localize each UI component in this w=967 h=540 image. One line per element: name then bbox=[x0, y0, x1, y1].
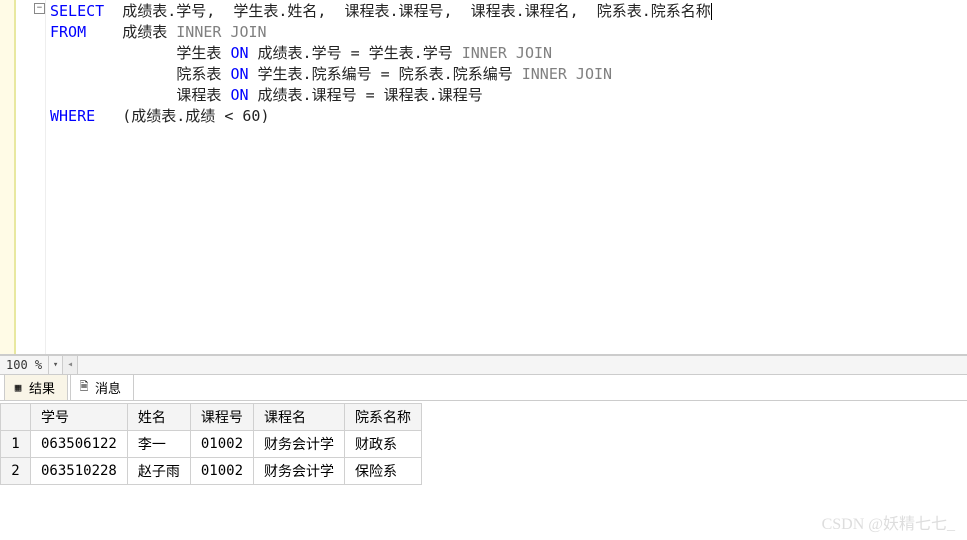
join-cond-1: 成绩表.学号 = 学生表.学号 bbox=[249, 44, 462, 62]
join-tbl-2: 院系表 bbox=[50, 65, 230, 83]
join-tbl-3: 课程表 bbox=[50, 86, 230, 104]
col-header[interactable]: 姓名 bbox=[127, 404, 190, 431]
code-area[interactable]: SELECT 成绩表.学号, 学生表.姓名, 课程表.课程号, 课程表.课程名,… bbox=[46, 0, 967, 354]
cell[interactable]: 063510228 bbox=[31, 458, 128, 485]
change-gutter bbox=[0, 0, 16, 354]
kw-where: WHERE bbox=[50, 107, 95, 125]
kw-on: ON bbox=[230, 65, 248, 83]
join-tbl-1: 学生表 bbox=[50, 44, 230, 62]
rownum-cell: 2 bbox=[1, 458, 31, 485]
tab-messages[interactable]: 🗎 消息 bbox=[70, 374, 134, 400]
kw-on: ON bbox=[230, 44, 248, 62]
grid-icon: ▦ bbox=[11, 381, 25, 395]
cell[interactable]: 财务会计学 bbox=[254, 431, 345, 458]
tab-messages-label: 消息 bbox=[95, 378, 121, 397]
kw-from: FROM bbox=[50, 23, 86, 41]
col-header[interactable]: 课程号 bbox=[190, 404, 253, 431]
cell[interactable]: 赵子雨 bbox=[127, 458, 190, 485]
table-header-row: 学号 姓名 课程号 课程名 院系名称 bbox=[1, 404, 422, 431]
cell[interactable]: 01002 bbox=[190, 458, 253, 485]
rownum-cell: 1 bbox=[1, 431, 31, 458]
cell[interactable]: 01002 bbox=[190, 431, 253, 458]
tab-results[interactable]: ▦ 结果 bbox=[4, 374, 68, 400]
join-cond-3: 成绩表.课程号 = 课程表.课程号 bbox=[249, 86, 483, 104]
kw-select: SELECT bbox=[50, 2, 104, 20]
text-cursor bbox=[711, 3, 712, 20]
zoom-level[interactable]: 100 % bbox=[0, 358, 48, 372]
col-header[interactable]: 院系名称 bbox=[345, 404, 422, 431]
watermark: CSDN @妖精七七_ bbox=[822, 510, 955, 534]
kw-join: INNER JOIN bbox=[176, 23, 266, 41]
join-cond-2: 学生表.院系编号 = 院系表.院系编号 bbox=[249, 65, 522, 83]
tab-results-label: 结果 bbox=[29, 378, 55, 397]
cell[interactable]: 063506122 bbox=[31, 431, 128, 458]
from-tbl: 成绩表 bbox=[86, 23, 176, 41]
table-row[interactable]: 2 063510228 赵子雨 01002 财务会计学 保险系 bbox=[1, 458, 422, 485]
select-cols: 成绩表.学号, 学生表.姓名, 课程表.课程号, 课程表.课程名, 院系表.院系… bbox=[104, 2, 711, 20]
cell[interactable]: 财政系 bbox=[345, 431, 422, 458]
zoom-bar: 100 % ▾ ◂ bbox=[0, 355, 967, 375]
editor-margin: − bbox=[16, 0, 46, 354]
results-grid: 学号 姓名 课程号 课程名 院系名称 1 063506122 李一 01002 … bbox=[0, 403, 967, 485]
table-row[interactable]: 1 063506122 李一 01002 财务会计学 财政系 bbox=[1, 431, 422, 458]
kw-join: INNER JOIN bbox=[462, 44, 552, 62]
sql-editor-pane: − SELECT 成绩表.学号, 学生表.姓名, 课程表.课程号, 课程表.课程… bbox=[0, 0, 967, 355]
col-header[interactable]: 学号 bbox=[31, 404, 128, 431]
zoom-dropdown-icon[interactable]: ▾ bbox=[48, 356, 62, 374]
message-icon: 🗎 bbox=[77, 381, 91, 395]
result-tabs: ▦ 结果 🗎 消息 bbox=[0, 375, 967, 401]
kw-join: INNER JOIN bbox=[522, 65, 612, 83]
cell[interactable]: 保险系 bbox=[345, 458, 422, 485]
where-cond: (成绩表.成绩 < 60) bbox=[95, 107, 269, 125]
cell[interactable]: 李一 bbox=[127, 431, 190, 458]
nav-left-icon[interactable]: ◂ bbox=[62, 356, 78, 374]
col-header[interactable]: 课程名 bbox=[254, 404, 345, 431]
cell[interactable]: 财务会计学 bbox=[254, 458, 345, 485]
rownum-header bbox=[1, 404, 31, 431]
collapse-icon[interactable]: − bbox=[34, 3, 45, 14]
kw-on: ON bbox=[230, 86, 248, 104]
result-table[interactable]: 学号 姓名 课程号 课程名 院系名称 1 063506122 李一 01002 … bbox=[0, 403, 422, 485]
